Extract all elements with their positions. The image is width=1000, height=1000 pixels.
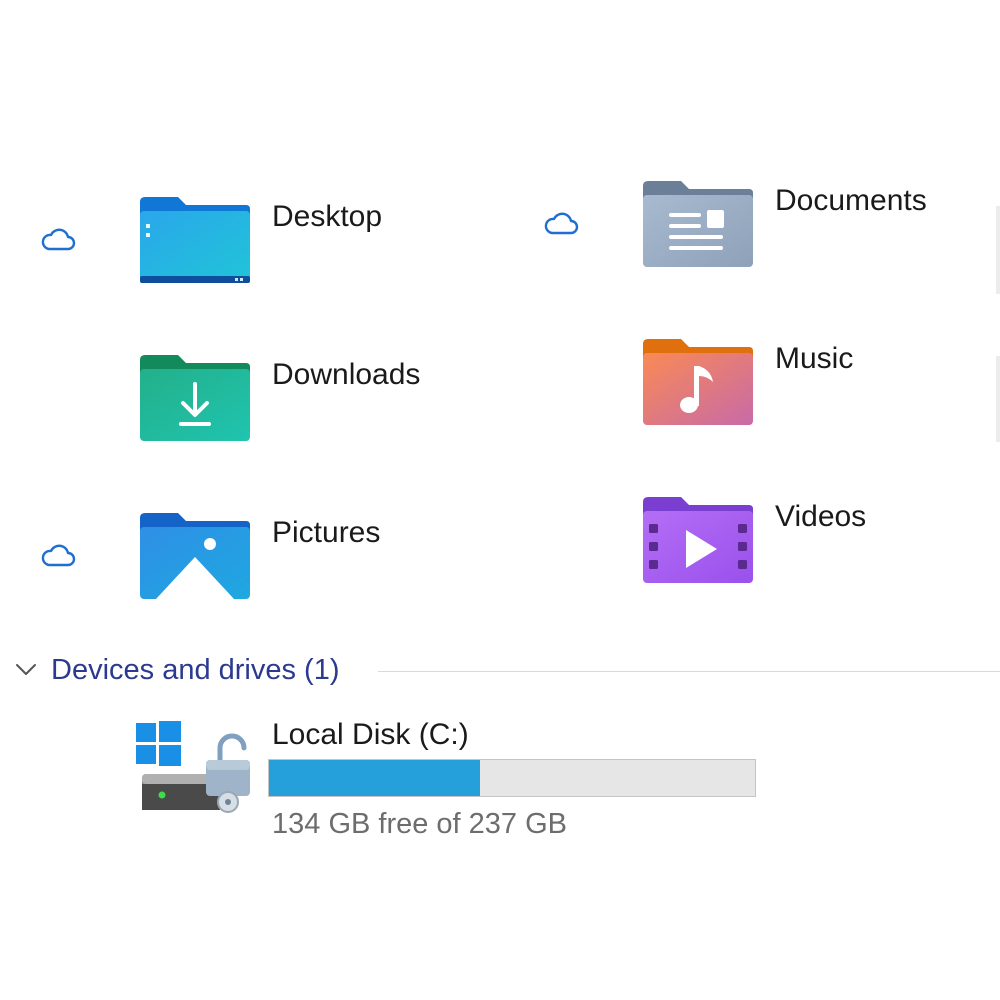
downloads-folder-icon	[140, 355, 250, 441]
folder-label: Music	[775, 342, 854, 375]
folder-tile-videos[interactable]: Videos	[503, 496, 983, 606]
folder-tile-documents[interactable]: Documents	[503, 180, 983, 290]
folder-tile-pictures[interactable]: Pictures	[0, 512, 480, 622]
music-folder-icon	[643, 339, 753, 425]
file-explorer-this-pc: Desktop Documents Downloads Music Pictur…	[0, 0, 1000, 1000]
documents-folder-icon	[643, 181, 753, 267]
right-edge-border	[996, 206, 1000, 294]
section-divider	[378, 671, 1000, 672]
drive-usage-bar	[268, 759, 756, 797]
pictures-folder-icon	[140, 513, 250, 599]
section-title: Devices and drives (1)	[51, 654, 340, 686]
devices-section-header[interactable]: Devices and drives (1)	[0, 652, 1000, 692]
cloud-sync-icon	[544, 212, 579, 235]
folder-label: Desktop	[272, 200, 383, 233]
folder-label: Videos	[775, 500, 867, 533]
drive-free-space: 134 GB free of 237 GB	[272, 808, 568, 840]
folder-label: Documents	[775, 184, 927, 217]
videos-folder-icon	[643, 497, 753, 583]
drive-tile-local-disk[interactable]: Local Disk (C:) 134 GB free of 237 GB	[130, 716, 780, 846]
drive-label: Local Disk (C:)	[272, 718, 469, 751]
cloud-sync-icon	[41, 228, 76, 251]
folder-label: Pictures	[272, 516, 381, 549]
chevron-down-icon[interactable]	[14, 660, 38, 678]
right-edge-border	[996, 356, 1000, 442]
desktop-folder-icon	[140, 197, 250, 283]
folder-label: Downloads	[272, 358, 421, 391]
windows-drive-unlocked-icon	[136, 721, 250, 813]
folder-tile-music[interactable]: Music	[503, 338, 983, 448]
folder-tile-downloads[interactable]: Downloads	[0, 354, 480, 464]
drive-usage-fill	[269, 760, 481, 796]
cloud-sync-icon	[41, 544, 76, 567]
folder-tile-desktop[interactable]: Desktop	[0, 196, 480, 306]
